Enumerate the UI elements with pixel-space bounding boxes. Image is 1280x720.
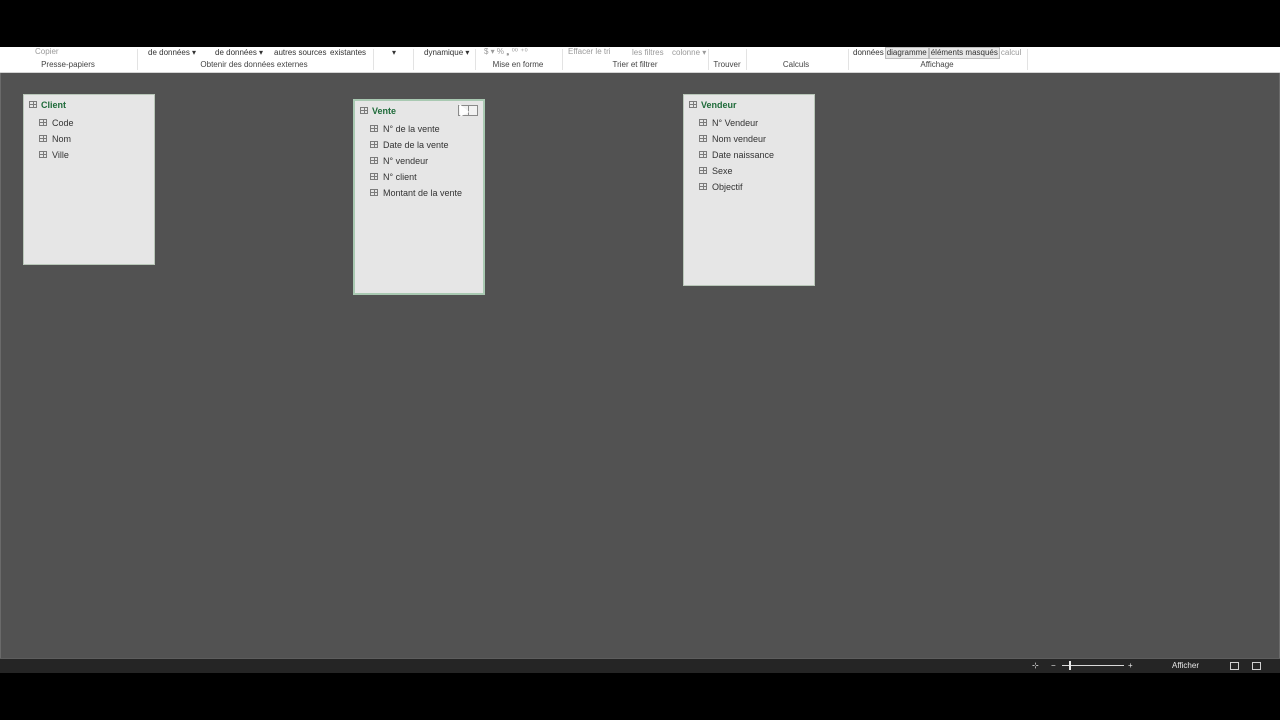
column-icon bbox=[370, 189, 378, 196]
ribbon-separator bbox=[1027, 49, 1028, 70]
group-find: Trouver bbox=[713, 60, 741, 69]
ribbon-separator bbox=[848, 49, 849, 70]
table-icon bbox=[689, 101, 697, 108]
table-title: Client bbox=[41, 100, 67, 110]
view-buttons: données diagramme éléments masqués calcul bbox=[852, 47, 1022, 59]
column-item[interactable]: N° de la vente bbox=[355, 121, 483, 137]
column-label: Nom bbox=[52, 134, 72, 144]
other-sources-button[interactable]: autres sources bbox=[274, 48, 326, 58]
column-item[interactable]: Code bbox=[24, 115, 154, 131]
column-item[interactable]: Nom bbox=[24, 131, 154, 147]
column-item[interactable]: Objectif bbox=[684, 179, 814, 195]
table-vendeur[interactable]: Vendeur N° Vendeur Nom vendeur Date nais… bbox=[683, 94, 815, 286]
group-external-data: Obtenir des données externes bbox=[200, 60, 308, 69]
column-icon bbox=[370, 125, 378, 132]
group-view: Affichage bbox=[920, 60, 954, 69]
column-item[interactable]: Date naissance bbox=[684, 147, 814, 163]
column-icon bbox=[699, 135, 707, 142]
table-title: Vente bbox=[372, 106, 397, 116]
diagram-view-button[interactable]: diagramme bbox=[884, 47, 929, 59]
powerpivot-window: Copier de données ▾ de données ▾ autres … bbox=[0, 47, 1280, 673]
column-item[interactable]: Montant de la vente bbox=[355, 185, 483, 201]
zoom-slider[interactable] bbox=[1062, 665, 1124, 666]
zoom-in-button[interactable]: + bbox=[1128, 660, 1133, 672]
sort-by-column-button[interactable]: colonne ▾ bbox=[672, 48, 706, 58]
column-icon bbox=[370, 173, 378, 180]
show-hidden-button[interactable]: éléments masqués bbox=[928, 47, 1000, 59]
number-format-buttons[interactable]: $ ▾ % ❟ ⁰⁰ ⁺⁰ bbox=[484, 47, 528, 57]
table-header[interactable]: Vendeur bbox=[684, 95, 814, 115]
group-sort-filter: Trier et filtrer bbox=[612, 60, 658, 69]
table-icon bbox=[29, 101, 37, 108]
column-item[interactable]: Date de la vente bbox=[355, 137, 483, 153]
column-label: Date de la vente bbox=[383, 140, 449, 150]
column-label: N° Vendeur bbox=[712, 118, 759, 128]
zoom-slider-thumb[interactable] bbox=[1069, 661, 1071, 670]
zoom-out-button[interactable]: − bbox=[1051, 660, 1056, 672]
diagram-canvas[interactable]: Client Code Nom Ville Vente N° de la ven… bbox=[0, 73, 1280, 658]
grid-view-icon[interactable] bbox=[1230, 662, 1239, 670]
calculation-area-button[interactable]: calcul bbox=[1000, 48, 1022, 58]
ribbon-separator bbox=[708, 49, 709, 70]
table-vente[interactable]: Vente N° de la vente Date de la vente N°… bbox=[353, 99, 485, 295]
pivot-table-button[interactable]: dynamique ▾ bbox=[424, 48, 469, 58]
column-icon bbox=[39, 119, 47, 126]
column-icon bbox=[39, 135, 47, 142]
column-label: N° client bbox=[383, 172, 417, 182]
status-bar: ⊹ − + Afficher bbox=[0, 658, 1280, 673]
ribbon: Copier de données ▾ de données ▾ autres … bbox=[0, 47, 1280, 73]
column-icon bbox=[370, 141, 378, 148]
group-calculations: Calculs bbox=[782, 60, 810, 69]
clear-filters-button[interactable]: les filtres bbox=[632, 48, 664, 58]
diagram-view-icon[interactable] bbox=[1252, 662, 1261, 670]
table-client[interactable]: Client Code Nom Ville bbox=[23, 94, 155, 265]
column-icon bbox=[699, 119, 707, 126]
show-label[interactable]: Afficher bbox=[1172, 660, 1199, 672]
ribbon-separator bbox=[373, 49, 374, 70]
column-icon bbox=[39, 151, 47, 158]
column-item[interactable]: N° vendeur bbox=[355, 153, 483, 169]
fit-to-screen-icon[interactable]: ⊹ bbox=[1032, 660, 1039, 672]
column-label: Sexe bbox=[712, 166, 733, 176]
from-data-service-button[interactable]: de données ▾ bbox=[215, 48, 263, 58]
ribbon-separator bbox=[475, 49, 476, 70]
column-label: Montant de la vente bbox=[383, 188, 463, 198]
column-label: N° vendeur bbox=[383, 156, 429, 166]
group-formatting: Mise en forme bbox=[492, 60, 544, 69]
column-label: Nom vendeur bbox=[712, 134, 767, 144]
column-item[interactable]: N° client bbox=[355, 169, 483, 185]
column-item[interactable]: Ville bbox=[24, 147, 154, 163]
column-item[interactable]: Sexe bbox=[684, 163, 814, 179]
table-icon bbox=[360, 107, 368, 114]
ribbon-separator bbox=[746, 49, 747, 70]
from-database-button[interactable]: de données ▾ bbox=[148, 48, 196, 58]
group-clipboard: Presse-papiers bbox=[41, 60, 95, 69]
data-view-button[interactable]: données bbox=[852, 48, 885, 58]
copy-label: Copier bbox=[35, 47, 59, 56]
column-item[interactable]: Nom vendeur bbox=[684, 131, 814, 147]
column-label: Date naissance bbox=[712, 150, 775, 160]
column-icon bbox=[370, 157, 378, 164]
column-icon bbox=[699, 167, 707, 174]
column-item[interactable]: N° Vendeur bbox=[684, 115, 814, 131]
column-label: N° de la vente bbox=[383, 124, 440, 134]
table-header[interactable]: Client bbox=[24, 95, 154, 115]
existing-connections-button[interactable]: existantes bbox=[330, 48, 366, 58]
ribbon-separator bbox=[137, 49, 138, 70]
ribbon-separator bbox=[562, 49, 563, 70]
column-label: Objectif bbox=[712, 182, 743, 192]
column-label: Ville bbox=[52, 150, 69, 160]
column-icon bbox=[699, 183, 707, 190]
refresh-dropdown[interactable]: ▾ bbox=[392, 48, 396, 58]
clear-sort-button[interactable]: Effacer le tri bbox=[568, 47, 611, 57]
table-title: Vendeur bbox=[701, 100, 737, 110]
copy-button[interactable]: Copier bbox=[35, 47, 59, 57]
column-label: Code bbox=[52, 118, 74, 128]
ribbon-separator bbox=[413, 49, 414, 70]
column-icon bbox=[699, 151, 707, 158]
